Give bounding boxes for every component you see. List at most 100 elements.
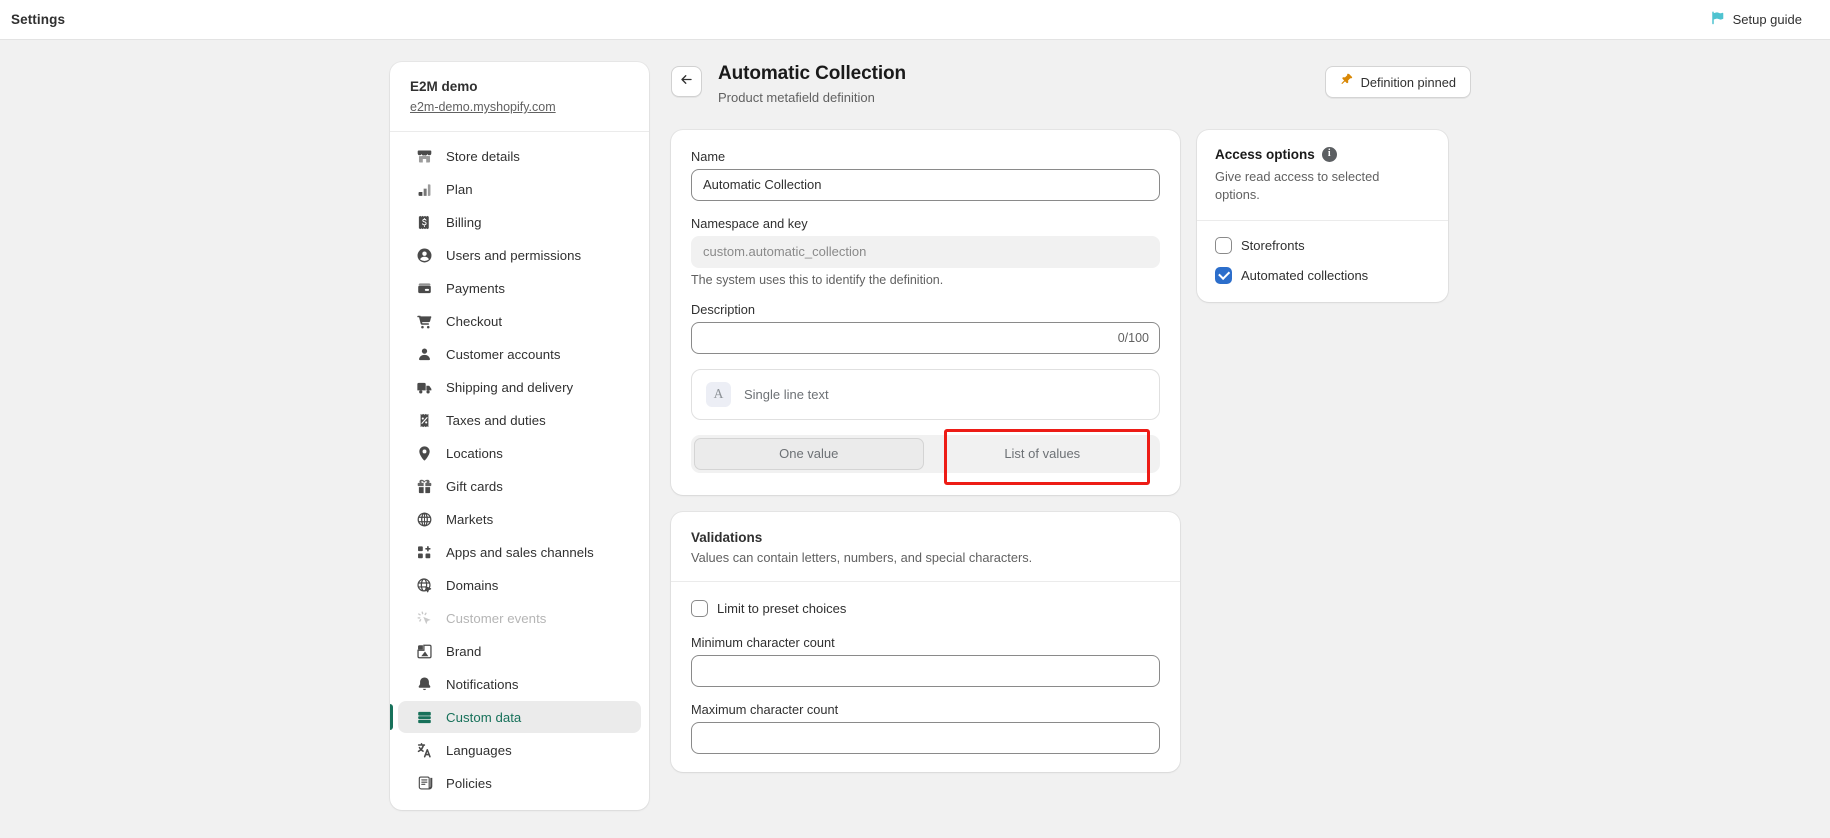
sidebar-item-label: Users and permissions <box>446 248 581 263</box>
validations-card: Validations Values can contain letters, … <box>671 512 1180 772</box>
maximum-character-count-field: Maximum character count <box>691 702 1160 754</box>
namespace-field: Namespace and key The system uses this t… <box>691 216 1160 287</box>
sidebar-item-billing[interactable]: Billing <box>398 206 641 238</box>
store-icon <box>415 147 433 165</box>
metafield-type-selector[interactable]: A Single line text <box>691 369 1160 420</box>
definition-card: Name Namespace and key The system uses t… <box>671 130 1180 495</box>
namespace-label: Namespace and key <box>691 216 1160 231</box>
payments-icon <box>415 279 433 297</box>
sidebar-item-domains[interactable]: Domains <box>398 569 641 601</box>
arrow-left-icon <box>679 72 694 92</box>
sidebar-item-checkout[interactable]: Checkout <box>398 305 641 337</box>
bell-icon <box>415 675 433 693</box>
setup-guide-label: Setup guide <box>1733 12 1802 27</box>
truck-icon <box>415 378 433 396</box>
access-options-title: Access options <box>1215 147 1315 162</box>
access-option-checkbox-automated-collections[interactable] <box>1215 267 1232 284</box>
sidebar-item-label: Plan <box>446 182 473 197</box>
access-option-row-automated-collections[interactable]: Automated collections <box>1215 267 1430 284</box>
access-options-title-row: Access options i <box>1215 147 1430 162</box>
apps-plus-icon <box>415 543 433 561</box>
sidebar-item-policies[interactable]: Policies <box>398 767 641 799</box>
header-texts: Automatic Collection Product metafield d… <box>718 62 1309 105</box>
sidebar-item-label: Notifications <box>446 677 518 692</box>
access-options-header: Access options i Give read access to sel… <box>1197 130 1448 220</box>
settings-sidebar: E2M demo e2m-demo.myshopify.com Store de… <box>390 62 649 810</box>
definition-pinned-button[interactable]: Definition pinned <box>1325 66 1471 98</box>
globe-markets-icon <box>415 510 433 528</box>
description-input-wrap: 0/100 <box>691 322 1160 354</box>
setup-guide-button[interactable]: Setup guide <box>1704 6 1808 34</box>
namespace-helper-text: The system uses this to identify the def… <box>691 273 1160 287</box>
sidebar-item-shipping-and-delivery[interactable]: Shipping and delivery <box>398 371 641 403</box>
sidebar-item-label: Payments <box>446 281 505 296</box>
name-label: Name <box>691 149 1160 164</box>
sidebar-item-taxes-and-duties[interactable]: Taxes and duties <box>398 404 641 436</box>
sidebar-item-brand[interactable]: Brand <box>398 635 641 667</box>
minimum-character-count-field: Minimum character count <box>691 635 1160 687</box>
access-option-checkbox-storefronts[interactable] <box>1215 237 1232 254</box>
store-url-link[interactable]: e2m-demo.myshopify.com <box>410 100 556 114</box>
sidebar-item-markets[interactable]: Markets <box>398 503 641 535</box>
sidebar-item-label: Taxes and duties <box>446 413 546 428</box>
globe-pointer-icon <box>415 576 433 594</box>
sidebar-item-gift-cards[interactable]: Gift cards <box>398 470 641 502</box>
definition-card-body: Name Namespace and key The system uses t… <box>671 130 1180 495</box>
click-spark-icon <box>415 609 433 627</box>
translate-icon <box>415 741 433 759</box>
definition-pinned-label: Definition pinned <box>1361 75 1456 90</box>
sidebar-item-label: Custom data <box>446 710 521 725</box>
billing-icon <box>415 213 433 231</box>
access-options-card: Access options i Give read access to sel… <box>1197 130 1448 302</box>
store-header: E2M demo e2m-demo.myshopify.com <box>390 62 649 132</box>
sidebar-item-notifications[interactable]: Notifications <box>398 668 641 700</box>
single-line-text-icon: A <box>706 382 731 407</box>
segmented-control: One valueList of values <box>691 435 1160 473</box>
plan-icon <box>415 180 433 198</box>
sidebar-item-customer-events: Customer events <box>398 602 641 634</box>
maximum-character-count-input[interactable] <box>691 722 1160 754</box>
minimum-character-count-label: Minimum character count <box>691 635 1160 650</box>
access-options-subtitle: Give read access to selected options. <box>1215 168 1405 204</box>
page-subtitle: Product metafield definition <box>718 90 1309 105</box>
sidebar-item-custom-data[interactable]: Custom data <box>398 701 641 733</box>
limit-preset-choices-checkbox[interactable] <box>691 600 708 617</box>
access-options-body: Storefronts Automated collections <box>1197 221 1448 302</box>
sidebar-item-label: Policies <box>446 776 492 791</box>
segment-one-value[interactable]: One value <box>694 438 924 470</box>
sidebar-item-apps-and-sales-channels[interactable]: Apps and sales channels <box>398 536 641 568</box>
scroll-icon <box>415 774 433 792</box>
sidebar-item-customer-accounts[interactable]: Customer accounts <box>398 338 641 370</box>
right-column: Access options i Give read access to sel… <box>1197 130 1448 302</box>
minimum-character-count-input[interactable] <box>691 655 1160 687</box>
name-input[interactable] <box>691 169 1160 201</box>
description-field: Description 0/100 <box>691 302 1160 354</box>
sidebar-item-label: Store details <box>446 149 520 164</box>
sidebar-item-payments[interactable]: Payments <box>398 272 641 304</box>
sidebar-item-languages[interactable]: Languages <box>398 734 641 766</box>
sidebar-item-store-details[interactable]: Store details <box>398 140 641 172</box>
limit-preset-choices-row[interactable]: Limit to preset choices <box>691 600 1160 617</box>
info-icon[interactable]: i <box>1322 147 1337 162</box>
access-option-row-storefronts[interactable]: Storefronts <box>1215 237 1430 254</box>
sidebar-item-label: Gift cards <box>446 479 503 494</box>
validations-body: Limit to preset choices Minimum characte… <box>671 582 1180 772</box>
sidebar-item-label: Customer accounts <box>446 347 560 362</box>
sidebar-item-label: Checkout <box>446 314 502 329</box>
segment-list-of-values[interactable]: List of values <box>928 438 1158 470</box>
description-label: Description <box>691 302 1160 317</box>
limit-preset-choices-label: Limit to preset choices <box>717 601 846 616</box>
page-container: E2M demo e2m-demo.myshopify.com Store de… <box>0 40 1830 838</box>
location-pin-icon <box>415 444 433 462</box>
person-icon <box>415 345 433 363</box>
page-title: Automatic Collection <box>718 62 1309 87</box>
sidebar-item-users-and-permissions[interactable]: Users and permissions <box>398 239 641 271</box>
flag-icon <box>1710 10 1725 30</box>
sidebar-item-label: Brand <box>446 644 481 659</box>
top-bar: Settings Setup guide <box>0 0 1830 40</box>
sidebar-item-plan[interactable]: Plan <box>398 173 641 205</box>
description-input[interactable] <box>691 322 1160 354</box>
back-button[interactable] <box>671 66 702 97</box>
sidebar-item-locations[interactable]: Locations <box>398 437 641 469</box>
sidebar-item-label: Billing <box>446 215 482 230</box>
